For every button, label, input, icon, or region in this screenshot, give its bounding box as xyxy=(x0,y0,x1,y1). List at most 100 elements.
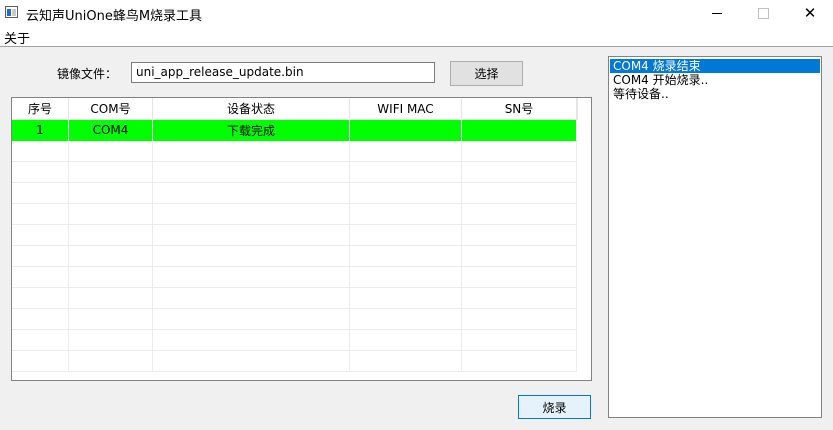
table-row-empty[interactable] xyxy=(12,351,577,372)
column-header-wifi-mac[interactable]: WIFI MAC xyxy=(350,98,462,120)
empty-cell xyxy=(462,246,577,267)
empty-cell xyxy=(153,330,350,351)
log-line[interactable]: COM4 开始烧录.. xyxy=(610,73,820,87)
cell-status: 下载完成 xyxy=(153,120,350,141)
empty-cell xyxy=(69,183,153,204)
burn-button[interactable]: 烧录 xyxy=(518,395,591,419)
table-row-empty[interactable] xyxy=(12,309,577,330)
empty-cell xyxy=(69,162,153,183)
empty-cell xyxy=(462,309,577,330)
empty-cell xyxy=(69,330,153,351)
image-file-input[interactable]: uni_app_release_update.bin xyxy=(131,62,435,83)
empty-cell xyxy=(153,162,350,183)
close-icon: ✕ xyxy=(803,4,817,22)
table-row-empty[interactable] xyxy=(12,183,577,204)
empty-cell xyxy=(153,225,350,246)
empty-cell xyxy=(69,267,153,288)
empty-cell xyxy=(462,351,577,372)
table-row-empty[interactable] xyxy=(12,330,577,351)
table-header: 序号 COM号 设备状态 WIFI MAC SN号 xyxy=(12,98,577,120)
minimize-icon xyxy=(712,12,722,14)
empty-cell xyxy=(350,267,462,288)
empty-cell xyxy=(12,225,69,246)
image-file-label: 镜像文件： xyxy=(57,67,118,81)
menu-bar: 关于 xyxy=(0,26,833,47)
empty-cell xyxy=(153,246,350,267)
cell-sn xyxy=(462,120,577,141)
table-row-empty[interactable] xyxy=(12,225,577,246)
cell-wifi-mac xyxy=(350,120,462,141)
column-header-sn[interactable]: SN号 xyxy=(462,98,577,120)
empty-cell xyxy=(350,246,462,267)
app-icon xyxy=(5,6,18,18)
empty-cell xyxy=(69,246,153,267)
empty-cell xyxy=(350,204,462,225)
header-filler xyxy=(577,98,591,120)
table-row-empty[interactable] xyxy=(12,162,577,183)
window-title: 云知声UniOne蜂鸟M烧录工具 xyxy=(26,9,203,24)
minimize-button[interactable] xyxy=(694,0,740,26)
empty-cell xyxy=(12,351,69,372)
empty-cell xyxy=(350,225,462,246)
menu-item-about[interactable]: 关于 xyxy=(4,28,30,47)
table-row-empty[interactable] xyxy=(12,267,577,288)
log-line[interactable]: 等待设备.. xyxy=(610,87,820,101)
empty-cell xyxy=(462,141,577,162)
table-row-empty[interactable] xyxy=(12,204,577,225)
empty-cell xyxy=(12,204,69,225)
empty-cell xyxy=(153,183,350,204)
maximize-icon xyxy=(757,7,769,19)
empty-cell xyxy=(12,309,69,330)
cell-index: 1 xyxy=(12,120,69,141)
table-body: 1 COM4 下载完成 xyxy=(12,120,577,372)
cell-com: COM4 xyxy=(69,120,153,141)
table-row[interactable]: 1 COM4 下载完成 xyxy=(12,120,577,141)
empty-cell xyxy=(350,330,462,351)
empty-cell xyxy=(12,162,69,183)
empty-cell xyxy=(12,330,69,351)
empty-cell xyxy=(462,267,577,288)
empty-cell xyxy=(350,162,462,183)
empty-cell xyxy=(69,309,153,330)
log-line[interactable]: COM4 烧录结束 xyxy=(610,59,820,73)
empty-cell xyxy=(153,309,350,330)
empty-cell xyxy=(153,288,350,309)
empty-cell xyxy=(12,183,69,204)
empty-cell xyxy=(69,204,153,225)
empty-cell xyxy=(69,351,153,372)
empty-cell xyxy=(12,246,69,267)
empty-cell xyxy=(350,141,462,162)
select-file-button[interactable]: 选择 xyxy=(450,61,523,86)
maximize-button[interactable] xyxy=(740,0,786,26)
column-header-status[interactable]: 设备状态 xyxy=(153,98,350,120)
empty-cell xyxy=(462,288,577,309)
column-header-com[interactable]: COM号 xyxy=(69,98,153,120)
empty-cell xyxy=(12,288,69,309)
empty-cell xyxy=(462,204,577,225)
log-list[interactable]: COM4 烧录结束 COM4 开始烧录.. 等待设备.. xyxy=(608,56,822,418)
close-button[interactable]: ✕ xyxy=(787,0,833,26)
empty-cell xyxy=(69,141,153,162)
empty-cell xyxy=(350,288,462,309)
empty-cell xyxy=(153,267,350,288)
empty-cell xyxy=(153,351,350,372)
empty-cell xyxy=(69,225,153,246)
empty-cell xyxy=(12,141,69,162)
empty-cell xyxy=(12,267,69,288)
empty-cell xyxy=(350,183,462,204)
table-row-empty[interactable] xyxy=(12,246,577,267)
empty-cell xyxy=(462,330,577,351)
empty-cell xyxy=(462,183,577,204)
empty-cell xyxy=(462,162,577,183)
empty-cell xyxy=(350,309,462,330)
title-bar: 云知声UniOne蜂鸟M烧录工具 ✕ xyxy=(0,0,833,26)
empty-cell xyxy=(462,225,577,246)
empty-cell xyxy=(350,351,462,372)
device-table: 序号 COM号 设备状态 WIFI MAC SN号 1 COM4 下载完成 xyxy=(11,97,592,381)
table-row-empty[interactable] xyxy=(12,288,577,309)
empty-cell xyxy=(153,204,350,225)
table-row-empty[interactable] xyxy=(12,141,577,162)
empty-cell xyxy=(69,288,153,309)
empty-cell xyxy=(153,141,350,162)
column-header-index[interactable]: 序号 xyxy=(12,98,69,120)
